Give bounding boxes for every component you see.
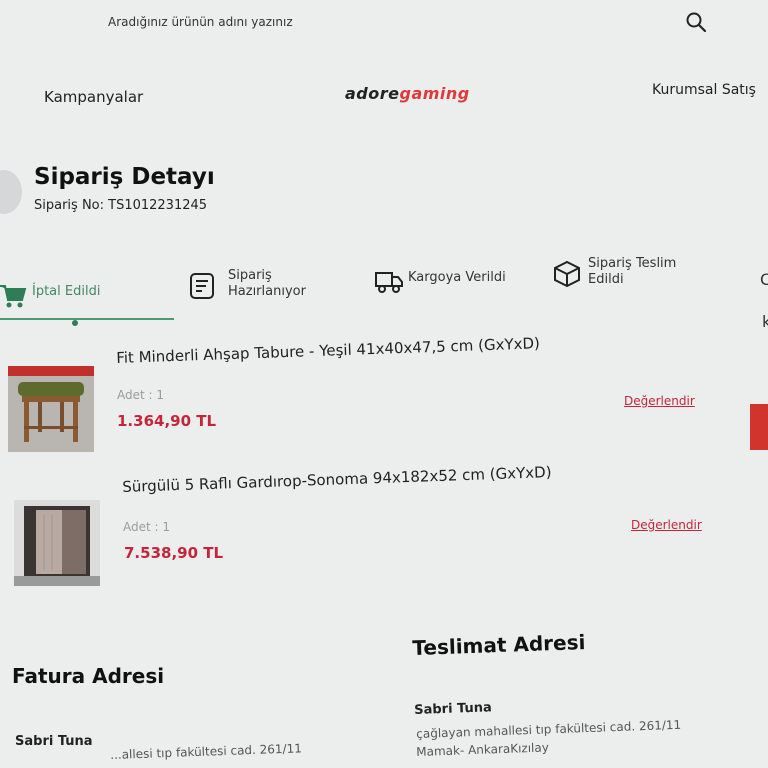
step-cancelled: İptal Edildi — [32, 284, 101, 299]
billing-address-line: ...allesi tıp fakültesi cad. 261/11 — [110, 741, 303, 762]
rate-product-link[interactable]: Değerlendir — [631, 518, 702, 532]
billing-address-title: Fatura Adresi — [12, 664, 165, 688]
product-name[interactable]: Fit Minderli Ahşap Tabure - Yeşil 41x40x… — [116, 334, 540, 367]
product-price: 7.538,90 TL — [124, 544, 224, 562]
order-number: Sipariş No: TS1012231245 — [34, 198, 208, 213]
product-image-wardrobe[interactable] — [14, 500, 100, 586]
product-image-stool[interactable] — [8, 366, 94, 452]
truck-icon — [375, 272, 403, 293]
side-action-button[interactable] — [750, 404, 768, 450]
search-icon[interactable] — [684, 10, 708, 34]
progress-track — [0, 318, 174, 320]
logo-text-gaming: gaming — [399, 84, 470, 103]
rate-product-link[interactable]: Değerlendir — [624, 394, 695, 408]
brand-logo[interactable]: adoregaming — [345, 84, 470, 103]
shipping-address-title: Teslimat Adresi — [412, 629, 586, 660]
box-icon — [554, 260, 580, 288]
search-input[interactable]: Aradığınız ürünün adını yazınız — [108, 15, 293, 29]
page-title: Sipariş Detayı — [34, 164, 215, 190]
shipping-name: Sabri Tuna — [414, 700, 493, 718]
shipping-address-city: Mamak- AnkaraKızılay — [416, 740, 550, 759]
product-price: 1.364,90 TL — [117, 412, 217, 430]
billing-name: Sabri Tuna — [15, 734, 93, 749]
nav-corporate-sales-link[interactable]: Kurumsal Satış — [652, 82, 756, 98]
edge-fragment: k — [762, 312, 768, 331]
product-quantity: Adet : 1 — [117, 388, 165, 402]
edge-fragment: C — [760, 270, 768, 289]
product-quantity: Adet : 1 — [123, 520, 171, 534]
step-shipped: Kargoya Verildi — [408, 270, 506, 285]
step-preparing: Sipariş Hazırlanıyor — [228, 268, 306, 300]
step-delivered: Sipariş Teslim Edildi — [588, 256, 677, 288]
cart-icon — [0, 170, 22, 214]
shipping-address-line: çağlayan mahallesi tıp fakültesi cad. 26… — [416, 717, 682, 741]
nav-campaigns-link[interactable]: Kampanyalar — [44, 88, 143, 106]
product-name[interactable]: Sürgülü 5 Raflı Gardırop-Sonoma 94x182x5… — [122, 463, 552, 496]
cart-icon — [0, 285, 27, 308]
logo-text-adore: adore — [345, 84, 400, 103]
document-icon — [190, 273, 214, 299]
progress-dot — [72, 320, 78, 326]
